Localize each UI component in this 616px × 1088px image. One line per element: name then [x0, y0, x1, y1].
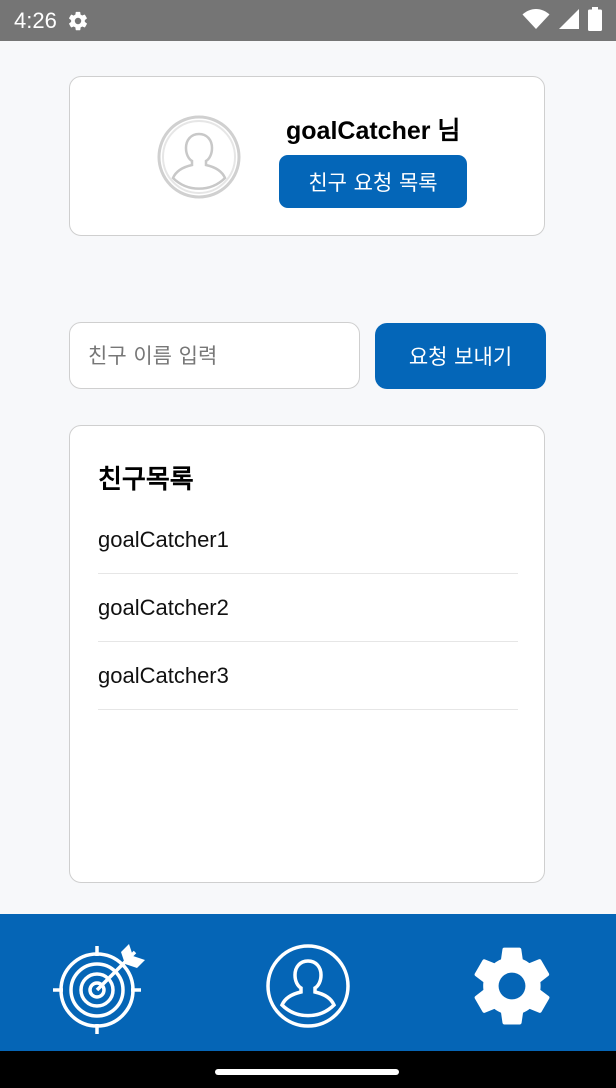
- target-arrow-icon: [53, 944, 145, 1034]
- friends-list-title: 친구목록: [98, 465, 194, 495]
- profile-card: goalCatcher 님 친구 요청 목록: [69, 76, 545, 236]
- status-time: 4:26: [14, 7, 57, 33]
- friend-list-item[interactable]: goalCatcher3: [98, 642, 518, 710]
- settings-gear-icon: [67, 10, 89, 32]
- battery-icon: [588, 6, 602, 35]
- home-gesture-handle[interactable]: [215, 1069, 399, 1075]
- friend-request-list-button[interactable]: 친구 요청 목록: [279, 155, 467, 208]
- signal-icon: [558, 8, 580, 34]
- system-gesture-bar: [0, 1051, 616, 1088]
- friend-list-item[interactable]: goalCatcher2: [98, 574, 518, 642]
- nav-profile-button[interactable]: [258, 936, 358, 1036]
- username-label: goalCatcher 님: [286, 117, 461, 145]
- nav-goal-button[interactable]: [51, 936, 151, 1036]
- friend-list: goalCatcher1 goalCatcher2 goalCatcher3: [98, 506, 518, 710]
- bottom-navigation: [0, 914, 616, 1051]
- settings-gear-icon: [474, 947, 550, 1025]
- profile-icon: [266, 944, 350, 1028]
- user-silhouette-icon: [156, 114, 242, 200]
- status-bar: 4:26: [0, 0, 616, 41]
- status-indicators: [522, 6, 602, 35]
- wifi-icon: [522, 8, 550, 34]
- friends-list-card: 친구목록 goalCatcher1 goalCatcher2 goalCatch…: [69, 425, 545, 883]
- friend-name-input[interactable]: [69, 322, 360, 389]
- friend-list-item[interactable]: goalCatcher1: [98, 506, 518, 574]
- send-request-button[interactable]: 요청 보내기: [375, 323, 546, 389]
- nav-settings-button[interactable]: [462, 936, 562, 1036]
